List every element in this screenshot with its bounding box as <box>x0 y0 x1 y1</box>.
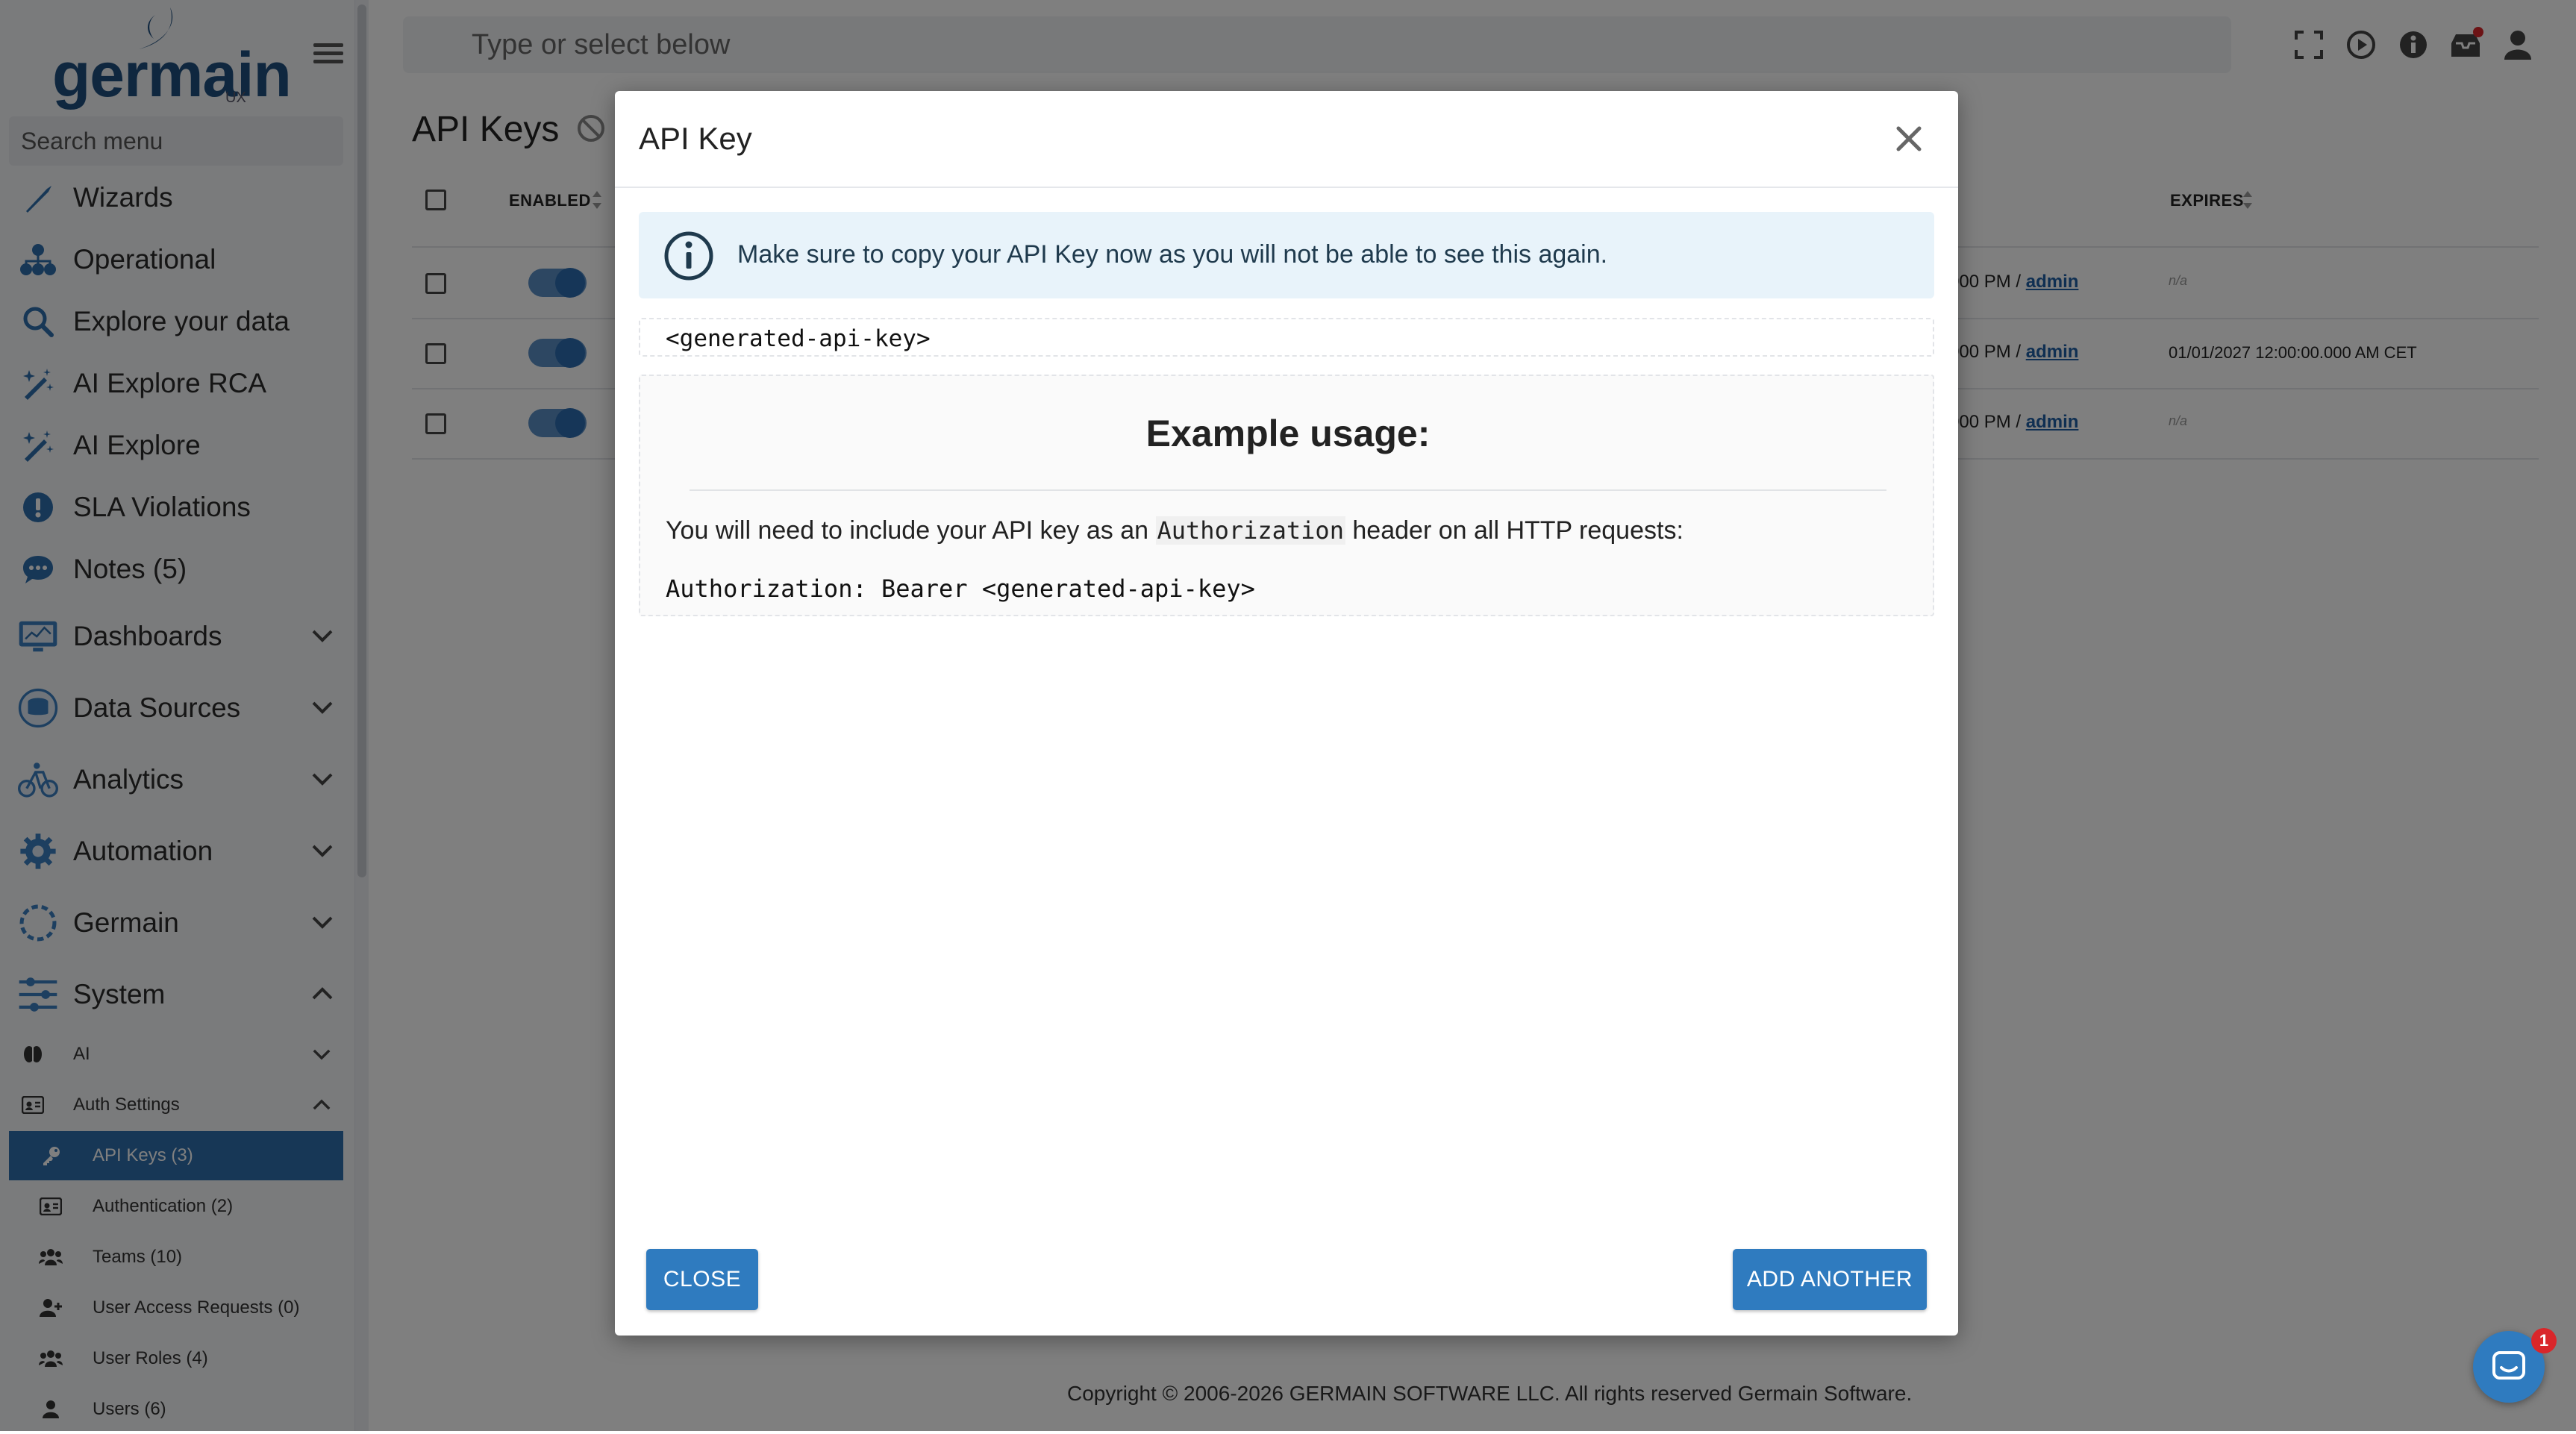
info-alert: Make sure to copy your API Key now as yo… <box>639 212 1934 298</box>
example-description: You will need to include your API key as… <box>666 516 1684 545</box>
example-text-after: header on all HTTP requests: <box>1345 516 1684 545</box>
close-button[interactable]: CLOSE <box>646 1249 758 1310</box>
chat-unread-badge: 1 <box>2531 1328 2557 1353</box>
example-usage-panel: Example usage: You will need to include … <box>639 375 1934 616</box>
add-another-button[interactable]: ADD ANOTHER <box>1733 1249 1927 1310</box>
info-circle-icon <box>664 231 713 281</box>
alert-message: Make sure to copy your API Key now as yo… <box>737 240 1608 269</box>
api-key-dialog: API Key Make sure to copy your API Key n… <box>615 91 1958 1336</box>
api-key-text[interactable]: <generated-api-key> <box>666 325 931 352</box>
dialog-header: API Key <box>615 91 1958 188</box>
example-code: Authorization: Bearer <generated-api-key… <box>666 574 1255 603</box>
divider <box>690 489 1886 491</box>
example-inline-code: Authorization <box>1155 516 1345 545</box>
api-key-value[interactable]: <generated-api-key> <box>639 318 1934 357</box>
example-text-before: You will need to include your API key as… <box>666 516 1156 545</box>
close-icon[interactable] <box>1892 122 1925 155</box>
example-title: Example usage: <box>1145 413 1431 454</box>
dialog-title: API Key <box>639 121 752 156</box>
chat-icon <box>2492 1351 2525 1380</box>
